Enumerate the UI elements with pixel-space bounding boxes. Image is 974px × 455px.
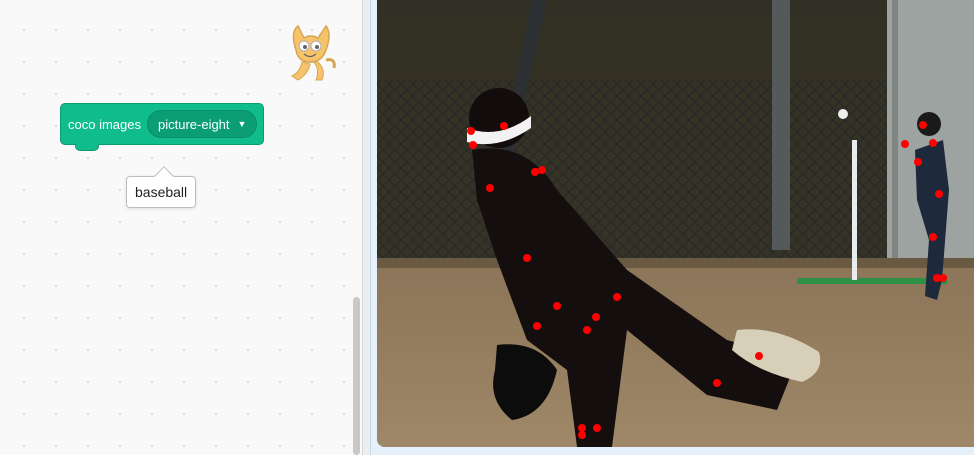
image-dropdown[interactable]: picture-eight ▼ (146, 110, 258, 138)
block-label: coco images (68, 116, 141, 132)
report-pointer (154, 166, 174, 186)
stage-area (370, 0, 974, 455)
report-bubble: baseball (126, 166, 197, 208)
workspace-scrollbar[interactable] (353, 297, 360, 455)
report-value: baseball (135, 184, 188, 200)
scratch-cat-icon (291, 24, 336, 81)
coco-images-block[interactable]: coco images picture-eight ▼ (60, 103, 265, 151)
stage-canvas[interactable] (377, 0, 974, 447)
chevron-down-icon: ▼ (237, 119, 247, 129)
dropdown-value: picture-eight (157, 116, 230, 132)
code-workspace[interactable]: coco images picture-eight ▼ baseball (0, 0, 363, 455)
stage-image (377, 0, 974, 447)
